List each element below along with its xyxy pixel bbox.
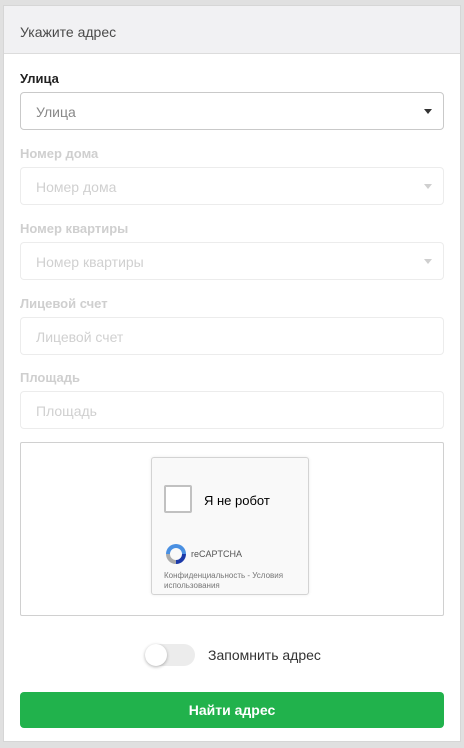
recaptcha-widget: Я не робот reCAPTCHA Конфиденциальность … <box>151 457 309 595</box>
house-select-placeholder: Номер дома <box>36 179 117 195</box>
chevron-down-icon <box>424 109 432 114</box>
area-label: Площадь <box>20 370 80 385</box>
street-label: Улица <box>20 71 59 86</box>
chevron-down-icon <box>424 184 432 189</box>
account-input[interactable]: Лицевой счет <box>20 317 444 355</box>
street-select-placeholder: Улица <box>36 104 76 120</box>
captcha-checkbox[interactable] <box>164 485 192 513</box>
house-label: Номер дома <box>20 146 99 161</box>
recaptcha-links[interactable]: Конфиденциальность - Условия использован… <box>164 571 304 591</box>
toggle-knob <box>145 644 167 666</box>
captcha-checkbox-label: Я не робот <box>204 493 270 508</box>
remember-address-label: Запомнить адрес <box>208 647 321 663</box>
recaptcha-logo-icon <box>166 544 186 564</box>
account-input-placeholder: Лицевой счет <box>36 329 124 345</box>
apartment-label: Номер квартиры <box>20 221 129 236</box>
house-select[interactable]: Номер дома <box>20 167 444 205</box>
area-input-placeholder: Площадь <box>36 403 97 419</box>
find-address-button[interactable]: Найти адрес <box>20 692 444 728</box>
chevron-down-icon <box>424 259 432 264</box>
address-form-panel: Укажите адрес Улица Улица Номер дома Ном… <box>3 5 461 742</box>
captcha-container: Я не робот reCAPTCHA Конфиденциальность … <box>20 442 444 616</box>
apartment-select[interactable]: Номер квартиры <box>20 242 444 280</box>
panel-title: Укажите адрес <box>20 24 117 40</box>
panel-header: Укажите адрес <box>4 6 460 54</box>
apartment-select-placeholder: Номер квартиры <box>36 254 144 270</box>
area-input[interactable]: Площадь <box>20 391 444 429</box>
street-select[interactable]: Улица <box>20 92 444 130</box>
account-label: Лицевой счет <box>20 296 108 311</box>
remember-address-toggle[interactable] <box>145 644 195 666</box>
recaptcha-brand: reCAPTCHA <box>191 549 243 559</box>
